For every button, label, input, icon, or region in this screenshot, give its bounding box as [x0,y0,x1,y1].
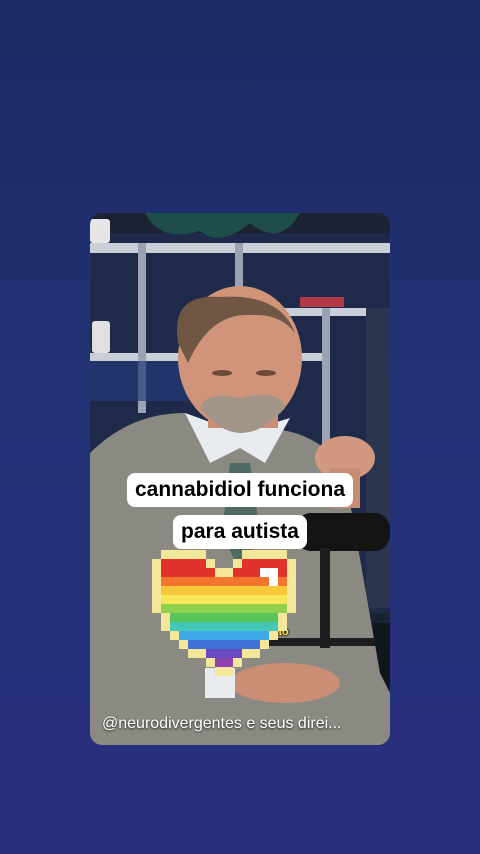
caption-line-1: cannabidiol funciona [90,473,390,507]
account-handle[interactable]: @neurodivergentes e seus direi... [102,715,382,733]
pixel-rainbow-heart-icon [152,550,296,676]
video-player[interactable]: cannabidiol funciona para autista qua ed… [90,213,390,745]
caption-text-2: para autista [173,515,307,549]
caption-text-1: cannabidiol funciona [126,473,353,507]
caption-line-2: para autista [90,515,390,549]
